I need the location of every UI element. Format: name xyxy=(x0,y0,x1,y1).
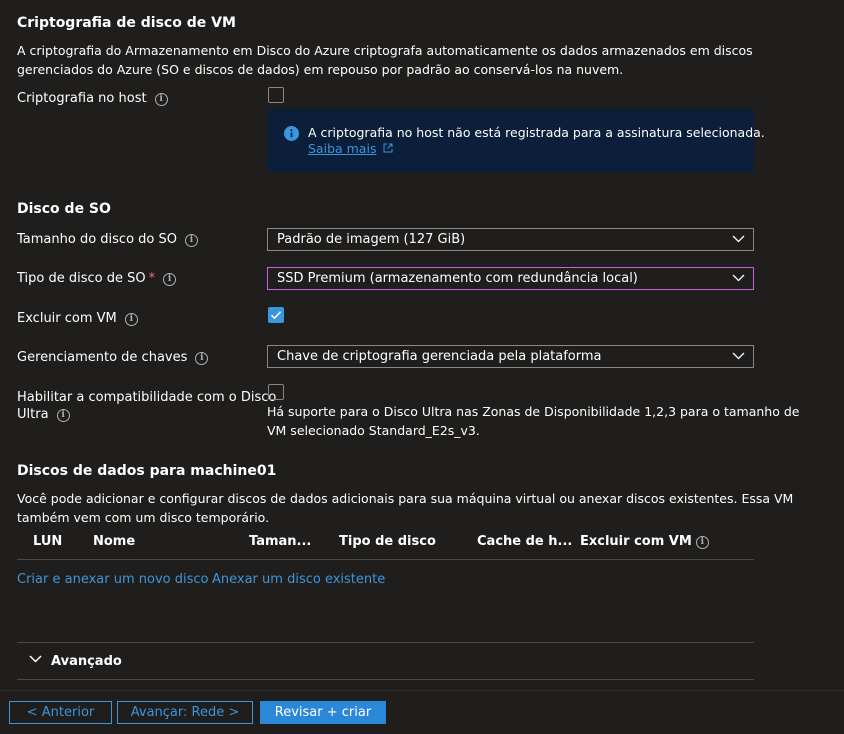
chevron-down-icon xyxy=(732,274,745,282)
info-banner-message: A criptografia no host não está registra… xyxy=(308,125,765,140)
table-divider xyxy=(17,559,754,560)
required-mark: * xyxy=(148,271,156,286)
info-banner: A criptografia no host não está registra… xyxy=(267,109,765,172)
ultra-disk-label-line1: Habilitar a compatibilidade com o Disco xyxy=(17,390,277,405)
data-disks-description-line2: também vem com um disco temporário. xyxy=(17,510,270,525)
info-icon[interactable]: i xyxy=(695,536,709,549)
os-disk-type-label: Tipo de disco de SO * i xyxy=(17,271,177,286)
attach-existing-disk-link[interactable]: Anexar um disco existente xyxy=(212,572,385,587)
ultra-disk-label: Habilitar a compatibilidade com o Disco … xyxy=(17,389,276,423)
learn-more-link[interactable]: Saiba mais xyxy=(308,141,376,156)
info-circle-filled-icon xyxy=(284,126,299,141)
encryption-description-line1: A criptografia do Armazenamento em Disco… xyxy=(17,43,753,58)
encryption-title: Criptografia de disco de VM xyxy=(17,15,236,31)
ultra-disk-label-line2: Ultra xyxy=(17,407,49,422)
os-disk-size-value: Padrão de imagem (127 GiB) xyxy=(277,232,466,247)
delete-with-vm-label: Excluir com VM i xyxy=(17,311,138,326)
learn-more-link-wrap[interactable]: Saiba mais xyxy=(308,141,393,156)
advanced-divider-top xyxy=(17,642,754,643)
os-disk-type-label-text: Tipo de disco de SO xyxy=(17,271,146,286)
next-network-button[interactable]: Avançar: Rede > xyxy=(117,701,253,724)
info-icon[interactable]: i xyxy=(124,313,138,326)
os-disk-size-label-text: Tamanho do disco do SO xyxy=(17,232,177,247)
review-create-button[interactable]: Revisar + criar xyxy=(260,701,386,724)
encryption-description: A criptografia do Armazenamento em Disco… xyxy=(17,41,817,79)
advanced-label: Avançado xyxy=(51,654,122,669)
ultra-disk-checkbox[interactable] xyxy=(268,384,284,400)
host-encryption-label: Criptografia no host i xyxy=(17,91,168,106)
delete-with-vm-label-text: Excluir com VM xyxy=(17,311,117,326)
previous-button[interactable]: < Anterior xyxy=(9,701,112,724)
host-encryption-checkbox[interactable] xyxy=(268,87,284,103)
chevron-down-icon xyxy=(732,235,745,243)
data-disks-description-line1: Você pode adicionar e configurar discos … xyxy=(17,491,794,506)
create-attach-disk-link[interactable]: Criar e anexar um novo disco xyxy=(17,572,208,587)
key-management-select[interactable]: Chave de criptografia gerenciada pela pl… xyxy=(267,345,754,368)
advanced-divider-bottom xyxy=(17,679,754,680)
os-disk-size-label: Tamanho do disco do SO i xyxy=(17,232,198,247)
info-icon[interactable]: i xyxy=(195,352,209,365)
checkmark-icon xyxy=(270,311,282,320)
key-management-value: Chave de criptografia gerenciada pela pl… xyxy=(277,349,602,364)
external-link-icon xyxy=(383,143,393,153)
column-header-cache[interactable]: Cache de h... xyxy=(477,534,572,549)
ultra-disk-note-line2: VM selecionado Standard_E2s_v3. xyxy=(267,423,480,438)
info-icon[interactable]: i xyxy=(163,273,177,286)
info-icon[interactable]: i xyxy=(56,409,70,422)
chevron-down-icon xyxy=(29,655,42,663)
info-icon[interactable]: i xyxy=(184,234,198,247)
host-encryption-label-text: Criptografia no host xyxy=(17,91,147,106)
os-disk-type-value: SSD Premium (armazenamento com redundânc… xyxy=(277,271,638,286)
info-icon[interactable]: i xyxy=(154,93,168,106)
ultra-disk-note-line1: Há suporte para o Disco Ultra nas Zonas … xyxy=(267,404,800,419)
column-header-lun[interactable]: LUN xyxy=(33,534,62,549)
chevron-down-icon xyxy=(732,352,745,360)
column-header-disk-type[interactable]: Tipo de disco xyxy=(339,534,436,549)
encryption-description-line2: gerenciados do Azure (SO e discos de dad… xyxy=(17,62,624,77)
os-disk-type-select[interactable]: SSD Premium (armazenamento com redundânc… xyxy=(267,267,754,290)
delete-with-vm-checkbox[interactable] xyxy=(268,307,284,323)
os-disk-size-select[interactable]: Padrão de imagem (127 GiB) xyxy=(267,228,754,251)
column-header-name[interactable]: Nome xyxy=(93,534,135,549)
ultra-disk-note: Há suporte para o Disco Ultra nas Zonas … xyxy=(267,402,807,440)
column-header-delete-with-vm-text: Excluir com VM xyxy=(580,534,692,549)
advanced-toggle[interactable]: Avançado xyxy=(29,654,122,669)
key-management-label-text: Gerenciamento de chaves xyxy=(17,350,188,365)
data-disks-description: Você pode adicionar e configurar discos … xyxy=(17,489,827,527)
column-header-size[interactable]: Taman... xyxy=(249,534,311,549)
data-disks-title: Discos de dados para machine01 xyxy=(17,463,277,479)
column-header-delete-with-vm[interactable]: Excluir com VM i xyxy=(580,534,709,549)
key-management-label: Gerenciamento de chaves i xyxy=(17,350,209,365)
os-disk-title: Disco de SO xyxy=(17,201,111,217)
